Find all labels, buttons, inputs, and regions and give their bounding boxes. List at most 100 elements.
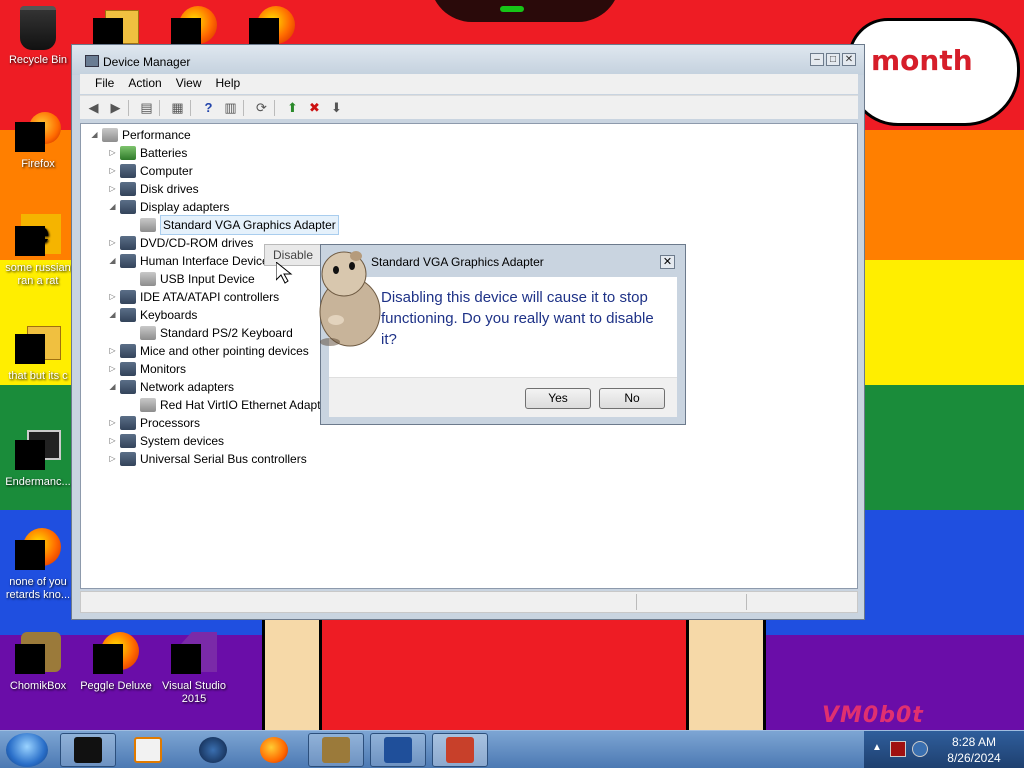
taskbar-firefox-button[interactable] [246,733,302,767]
toolbar: ◀ ▶ ▤ ▦ ? ▥ ⟳ ⬆ ✖ ⬇ [80,95,858,119]
tree-item[interactable]: ◢ Network adapters [107,378,234,396]
menu-action[interactable]: Action [121,74,168,94]
close-button[interactable]: ✕ [842,53,856,66]
tree-item[interactable]: ▷ Universal Serial Bus controllers [107,450,307,468]
clock[interactable]: 8:28 AM 8/26/2024 [944,734,1004,766]
expand-arrow-icon[interactable]: ▷ [107,144,118,162]
device-category-icon [140,398,156,412]
tree-item[interactable]: ▷ Batteries [107,144,187,162]
computer-icon [102,128,118,142]
taskbar-explorer-button[interactable] [60,733,116,767]
tree-item[interactable]: ◢ Human Interface Devices [107,252,275,270]
desktop-icon-peggle[interactable]: Peggle Deluxe [78,632,154,693]
tree-item[interactable]: ◢ Keyboards [107,306,197,324]
tree-item[interactable]: ◢ Display adapters [107,198,229,216]
expand-arrow-icon[interactable]: ▷ [107,414,118,432]
back-arrow-icon[interactable]: ◀ [84,99,103,117]
desktop-icon-russian-rat[interactable]: e some russian ran a rat [0,214,76,288]
tree-item-label: Disk drives [140,182,199,196]
show-hidden-icons-icon[interactable]: ▲ [872,742,882,753]
help-icon[interactable]: ? [199,99,218,117]
tree-item-label: Human Interface Devices [140,254,275,268]
device-category-icon [120,236,136,250]
scan-hardware-icon[interactable]: ⟳ [252,99,271,117]
collapse-arrow-icon[interactable]: ◢ [89,126,100,144]
desktop-icon-chomikbox[interactable]: ChomikBox [0,632,76,693]
collapse-arrow-icon[interactable]: ◢ [107,378,118,396]
taskbar-device-manager-button[interactable] [432,733,488,767]
start-button[interactable] [6,733,48,767]
uninstall-device-icon[interactable]: ✖ [305,99,324,117]
forward-arrow-icon[interactable]: ▶ [106,99,125,117]
tree-item-label: Keyboards [140,308,198,322]
collapse-arrow-icon[interactable]: ◢ [107,252,118,270]
view-icon[interactable]: ▥ [221,99,240,117]
expand-arrow-icon[interactable]: ▷ [107,360,118,378]
tree-item[interactable]: ▷ Processors [107,414,200,432]
tree-item-label: Standard PS/2 Keyboard [160,326,293,340]
menu-file[interactable]: File [88,74,121,94]
recycle-bin-icon [20,6,56,50]
collapse-arrow-icon[interactable]: ◢ [107,306,118,324]
dialog-close-button[interactable]: ✕ [660,255,675,269]
desktop-icon-firefox[interactable]: Firefox [0,110,76,171]
menu-help[interactable]: Help [209,74,248,94]
tree-item[interactable]: ▷ Disk drives [107,180,199,198]
desktop-icon-endermanch[interactable]: Endermanc... [0,428,76,489]
minimize-button[interactable]: – [810,53,824,66]
dialog-title: Standard VGA Graphics Adapter [371,255,544,269]
window-titlebar[interactable]: Device Manager – □ ✕ [72,45,864,75]
expand-arrow-icon[interactable]: ▷ [107,432,118,450]
disable-device-icon[interactable]: ⬇ [327,99,346,117]
tree-item-label: Batteries [140,146,188,160]
expand-arrow-icon[interactable]: ▷ [107,450,118,468]
tree-item[interactable]: Standard PS/2 Keyboard [127,324,293,342]
expand-arrow-icon[interactable]: ▷ [107,342,118,360]
tree-item[interactable]: Standard VGA Graphics Adapter [127,215,339,235]
tray-app-icon[interactable] [890,741,906,757]
tree-item[interactable]: ▷ IDE ATA/ATAPI controllers [107,288,279,306]
desktop-icon-label: Visual Studio 2015 [161,680,226,705]
tree-item[interactable]: ▷ System devices [107,432,224,450]
tree-item[interactable]: ▷ DVD/CD-ROM drives [107,234,253,252]
tree-item[interactable]: Red Hat VirtIO Ethernet Adapter [127,396,331,414]
device-category-icon [120,164,136,178]
firefox-icon [260,737,288,763]
tree-item-label: Standard VGA Graphics Adapter [160,215,339,235]
tree-item[interactable]: ▷ Mice and other pointing devices [107,342,309,360]
yes-button[interactable]: Yes [525,388,591,409]
network-icon[interactable] [912,741,928,757]
no-button[interactable]: No [599,388,665,409]
expand-arrow-icon[interactable]: ▷ [107,288,118,306]
clock-time: 8:28 AM [951,735,997,749]
expand-arrow-icon[interactable]: ▷ [107,180,118,198]
collapse-arrow-icon[interactable]: ◢ [107,198,118,216]
desktop-icon-visual-studio[interactable]: Visual Studio 2015 [156,632,232,706]
desktop-icon-that-but[interactable]: that but its c [0,322,76,383]
tree-item-label: IDE ATA/ATAPI controllers [140,290,280,304]
tree-root[interactable]: ◢ Performance [89,126,191,144]
show-hide-console-tree-icon[interactable]: ▤ [137,99,156,117]
globe-icon [199,737,227,763]
taskbar-chomikbox-button[interactable] [308,733,364,767]
device-category-icon [120,452,136,466]
status-bar [80,591,858,613]
tree-item-label: DVD/CD-ROM drives [140,236,254,250]
maximize-button[interactable]: □ [826,53,840,66]
menu-view[interactable]: View [169,74,209,94]
expand-arrow-icon[interactable]: ▷ [107,234,118,252]
taskbar-powershell-button[interactable] [370,733,426,767]
wallpaper-leg-right [686,620,766,730]
tree-item-label: Processors [140,416,201,430]
properties-icon[interactable]: ▦ [168,99,187,117]
tree-item[interactable]: ▷ Computer [107,162,193,180]
desktop-icon-recycle-bin[interactable]: Recycle Bin [0,6,76,67]
device-category-icon [140,272,156,286]
taskbar-media-button[interactable] [120,733,176,767]
tree-item[interactable]: ▷ Monitors [107,360,186,378]
expand-arrow-icon[interactable]: ▷ [107,162,118,180]
tree-item[interactable]: USB Input Device [127,270,255,288]
desktop-icon-none-of-you[interactable]: none of you retards kno... [0,528,76,602]
update-driver-icon[interactable]: ⬆ [283,99,302,117]
taskbar-globe-button[interactable] [185,733,241,767]
